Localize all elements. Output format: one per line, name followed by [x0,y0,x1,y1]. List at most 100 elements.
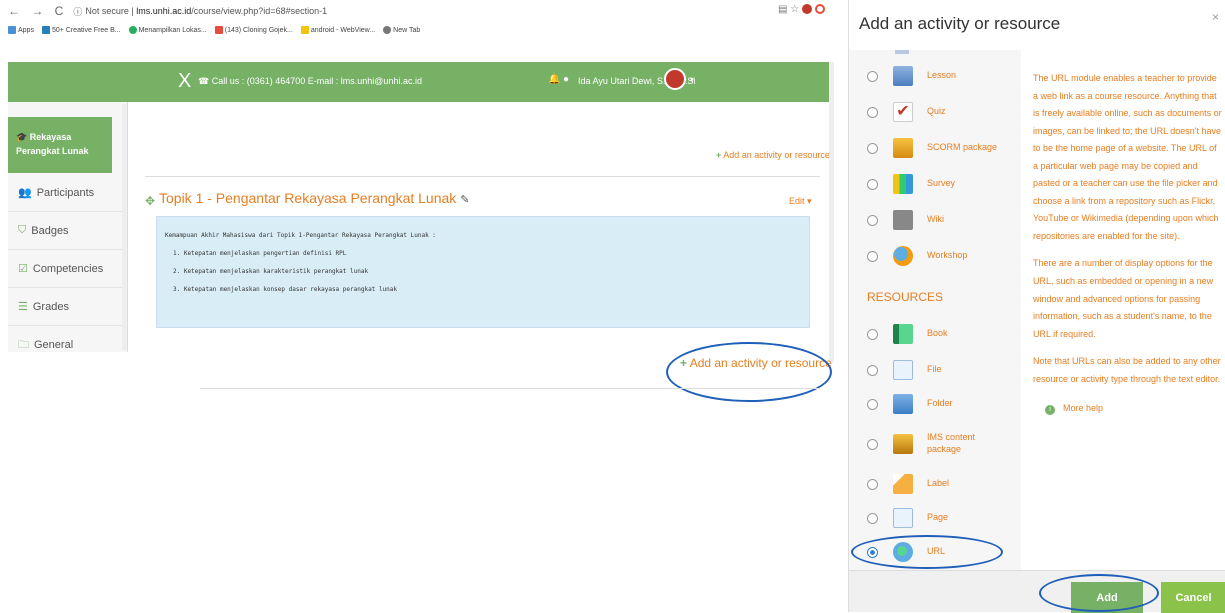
workshop-icon [893,246,913,266]
url-text[interactable]: Not secure | lms.unhi.ac.id/course/view.… [85,6,327,16]
option-file[interactable]: File [849,352,1021,388]
info-circle-icon: i [1045,405,1055,416]
bookmark-icon [41,26,50,34]
wiki-icon [893,210,913,230]
site-logo[interactable]: X [178,70,191,93]
radio-survey[interactable] [867,178,878,190]
radio-wiki[interactable] [867,214,878,226]
radio-folder[interactable] [867,398,878,410]
notification-icon[interactable]: 🔔 [548,74,560,85]
main-scrollbar[interactable] [829,62,834,362]
option-book[interactable]: Book [849,316,1021,352]
more-help-link[interactable]: i More help [1045,400,1223,418]
sidebar-item-competencies[interactable]: ☑ Competencies [8,250,128,288]
graduation-cap-icon: 🎓 [16,132,30,142]
option-lesson[interactable]: Lesson [849,58,1021,94]
nav-buttons-icon[interactable]: ← → C [8,4,67,18]
radio-ims-content[interactable] [867,438,878,450]
message-icon[interactable]: ● [563,74,569,85]
bookmark-newtab[interactable]: New Tab [383,26,420,34]
opera-icon[interactable] [814,4,825,15]
option-wiki[interactable]: Wiki [849,202,1021,238]
apps-icon [8,26,16,34]
dialog-footer: Add Cancel [849,570,1225,613]
radio-page[interactable] [867,512,878,524]
cancel-button[interactable]: Cancel [1161,582,1225,613]
summary-item: 3. Ketepatan menjelaskan konsep dasar re… [173,286,397,293]
divider [145,176,820,177]
sidebar-item-participants[interactable]: 👥 Participants [8,174,128,212]
bookmarks-bar: Apps 50+ Creative Free B... Menampilkan … [0,22,835,38]
option-ims-content[interactable]: IMS content package [849,422,1021,466]
radio-label[interactable] [867,478,878,490]
shield-icon: ⛉ [18,224,27,236]
option-folder[interactable]: Folder [849,386,1021,422]
survey-icon [893,174,913,194]
table-icon: ☰ [18,301,28,313]
radio-lesson[interactable] [867,70,878,82]
highlight-ellipse-url [851,535,1003,569]
sidebar-scrollbar[interactable] [122,104,127,350]
bookmark-creative[interactable]: 50+ Creative Free B... [41,26,121,34]
chevron-down-icon[interactable]: ▾ [690,75,694,84]
page-icon [893,508,913,528]
radio-scorm[interactable] [867,142,878,154]
highlight-ellipse [666,342,832,402]
option-scorm[interactable]: SCORM package [849,130,1021,166]
pencil-icon[interactable]: ✎ [460,194,469,206]
bookmark-gojek[interactable]: (143) Cloning Gojek... [214,26,293,34]
description-paragraph: The URL module enables a teacher to prov… [1033,73,1222,241]
divider [200,388,820,389]
book-icon [893,324,913,344]
ims-package-icon [893,434,913,454]
top-add-activity-link[interactable]: + Add an activity or resource [716,150,830,160]
module-description: The URL module enables a teacher to prov… [1033,70,1223,418]
avatar[interactable] [664,68,686,90]
close-icon[interactable]: × [1212,10,1219,24]
quiz-icon: ✔ [893,102,913,122]
module-list[interactable]: Lesson ✔ Quiz SCORM package Survey Wiki … [849,50,1021,570]
file-icon [893,360,913,380]
plus-icon: + [716,150,722,160]
bookmark-apps[interactable]: Apps [8,26,34,34]
folder-icon [893,394,913,414]
url-host: lms.unhi.ac.id [136,6,192,16]
phone-icon: ☎ [198,76,212,86]
topic-title[interactable]: Topik 1 - Pengantar Rekayasa Perangkat L… [159,190,469,206]
bookmark-android[interactable]: android - WebView... [300,26,375,34]
lesson-icon [893,66,913,86]
info-icon[interactable]: ⓘ [73,5,82,18]
radio-book[interactable] [867,328,878,340]
dialog-title: Add an activity or resource [859,14,1061,33]
radio-quiz[interactable] [867,106,878,118]
option-workshop[interactable]: Workshop [849,238,1021,274]
radio-workshop[interactable] [867,250,878,262]
sidebar-item-general[interactable]: 🗀 General [8,326,128,364]
sidebar-item-grades[interactable]: ☰ Grades [8,288,128,326]
move-icon[interactable]: ✥ [145,194,155,208]
edit-menu[interactable]: Edit ▾ [789,196,812,207]
topic-summary: Kemampuan Akhir Mahasiswa dari Topik 1-P… [156,216,810,328]
option-quiz[interactable]: ✔ Quiz [849,94,1021,130]
option-label[interactable]: Label [849,466,1021,502]
summary-item: 2. Ketepatan menjelaskan karakteristik p… [173,268,369,275]
translate-icon[interactable]: ▤ [778,4,787,15]
radio-file[interactable] [867,364,878,376]
not-secure-label: Not secure [85,6,129,16]
checkbox-icon: ☑ [18,263,28,275]
add-activity-dialog: Add an activity or resource × Lesson ✔ Q… [848,0,1225,613]
users-icon: 👥 [18,187,32,199]
bookmark-lokasi[interactable]: Menampilkan Lokas... [128,26,207,34]
star-icon[interactable]: ☆ [790,4,799,15]
profile-icon[interactable] [801,4,812,15]
contact-info: ☎ Call us : (0361) 464700 E-mail : lms.u… [198,76,422,86]
address-bar[interactable]: ← → C ⓘ Not secure | lms.unhi.ac.id/cour… [0,0,835,22]
description-paragraph: There are a number of display options fo… [1033,258,1214,339]
option-page[interactable]: Page [849,500,1021,536]
site-header: X ☎ Call us : (0361) 464700 E-mail : lms… [8,62,832,102]
bookmark-icon [300,26,309,34]
sidebar-item-course[interactable]: 🎓 Rekayasa Perangkat Lunak [8,117,112,173]
sidebar-item-badges[interactable]: ⛉ Badges [8,212,128,250]
globe-icon [383,26,392,34]
option-survey[interactable]: Survey [849,166,1021,202]
